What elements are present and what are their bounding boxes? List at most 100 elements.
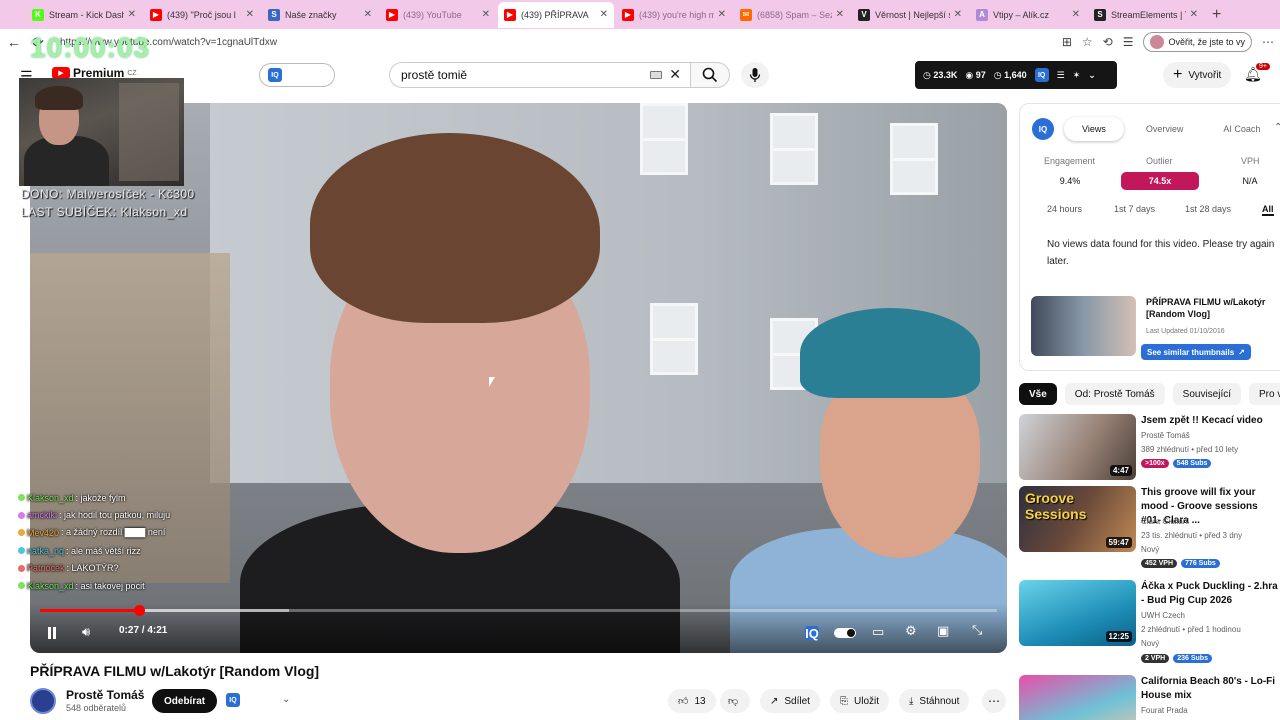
vidiq-collapse-icon[interactable]: ⌃: [1274, 122, 1280, 133]
filter-chip[interactable]: Související: [1172, 383, 1242, 405]
vidiq-search-pill[interactable]: IQ: [259, 63, 335, 87]
pause-button[interactable]: [46, 627, 58, 639]
thumbs-down-icon: 👎︎: [728, 696, 739, 707]
tab-favicon-icon: A: [976, 8, 988, 21]
recommendation-channel[interactable]: Prostě Tomáš: [1141, 430, 1190, 441]
keyboard-icon[interactable]: [650, 71, 662, 79]
recommendation-item[interactable]: 4:47 Jsem zpět !! Kecací video Prostě To…: [1019, 414, 1280, 480]
recommendation-item[interactable]: California Beach 80's - Lo-Fi House mix …: [1019, 675, 1280, 720]
back-icon[interactable]: ←: [2, 34, 26, 50]
browser-tab[interactable]: ▶ (439) "Proč jsou l ✕: [144, 2, 260, 28]
close-tab-icon[interactable]: ✕: [836, 9, 844, 20]
recommendation-thumbnail[interactable]: [1019, 675, 1136, 720]
sync-icon[interactable]: ⟲: [1103, 35, 1113, 49]
browser-tab[interactable]: ▶ (439) YouTube ✕: [380, 2, 496, 28]
more-actions-button[interactable]: ⋯: [982, 689, 1006, 713]
close-tab-icon[interactable]: ✕: [954, 9, 962, 20]
close-tab-icon[interactable]: ✕: [1072, 9, 1080, 20]
see-similar-thumbnails-button[interactable]: See similar thumbnails ↗: [1141, 344, 1251, 360]
create-button[interactable]: + Vytvořit: [1163, 62, 1232, 88]
vidiq-tab-overview[interactable]: Overview: [1128, 117, 1202, 141]
close-tab-icon[interactable]: ✕: [482, 9, 490, 20]
period-24h[interactable]: 24 hours: [1047, 204, 1082, 214]
vidiq-channel-icon[interactable]: IQ: [226, 693, 240, 707]
scrubber-handle[interactable]: [133, 605, 145, 616]
like-button[interactable]: 👍︎ 13: [668, 689, 716, 713]
vidiq-tab-views[interactable]: Views: [1064, 117, 1124, 141]
vidiq-player-icon[interactable]: IQ: [805, 626, 819, 641]
browser-tab[interactable]: K Stream - Kick Dashb ✕: [26, 2, 142, 28]
recommendation-thumbnail[interactable]: 4:47: [1019, 414, 1136, 480]
miniplayer-icon[interactable]: ▣: [937, 623, 949, 639]
period-7d[interactable]: 1st 7 days: [1114, 204, 1155, 214]
download-button[interactable]: ⤓ Stáhnout: [899, 689, 970, 713]
filter-chip[interactable]: Pro vá: [1249, 383, 1280, 405]
period-28d[interactable]: 1st 28 days: [1185, 204, 1231, 214]
close-tab-icon[interactable]: ✕: [1190, 9, 1198, 20]
browser-tab[interactable]: S Naše značky ✕: [262, 2, 378, 28]
browser-tab[interactable]: ▶ (439) you're high m ✕: [616, 2, 732, 28]
vph-value: N/A: [1242, 176, 1258, 186]
close-tab-icon[interactable]: ✕: [128, 9, 136, 20]
channel-name[interactable]: Prostě Tomáš: [66, 688, 144, 702]
filter-chip[interactable]: Vše: [1019, 383, 1057, 405]
verify-label: Ověřit, že jste to vy: [1168, 37, 1245, 47]
channel-avatar[interactable]: [30, 688, 56, 714]
chevron-down-icon[interactable]: ⌄: [1088, 70, 1096, 81]
video-frame-person-left: [240, 123, 680, 653]
subscribe-button[interactable]: Odebírat: [152, 689, 218, 713]
close-tab-icon[interactable]: ✕: [246, 9, 254, 20]
bookmark-star-icon[interactable]: ☆: [1082, 35, 1093, 49]
chevron-down-icon[interactable]: ⌄: [282, 694, 290, 705]
recommendation-stats: 389 zhlédnutí • před 10 lety: [1141, 445, 1239, 454]
recommendation-title[interactable]: Jsem zpět !! Kecací video: [1141, 414, 1280, 428]
search-button[interactable]: [690, 62, 730, 88]
search-input[interactable]: [401, 68, 621, 82]
fullscreen-icon[interactable]: ⤡: [972, 622, 982, 638]
chat-badge-icon: [18, 582, 25, 590]
recommendation-title[interactable]: Áčka x Puck Duckling - 2.hra - Bud Pig C…: [1141, 580, 1280, 608]
recommendation-item[interactable]: 12:25 Áčka x Puck Duckling - 2.hra - Bud…: [1019, 580, 1280, 663]
recommendation-channel[interactable]: Clara Giuliani: [1141, 516, 1189, 527]
share-button[interactable]: ↗ Sdílet: [760, 689, 820, 713]
settings-gear-icon[interactable]: ⚙: [905, 623, 917, 639]
autoplay-toggle[interactable]: [834, 628, 856, 638]
favorites-icon[interactable]: ☰: [1123, 35, 1134, 49]
recommendation-channel[interactable]: UWH Czech: [1141, 610, 1185, 621]
browser-tab[interactable]: ▶ (439) PŘÍPRAVA ✕: [498, 1, 614, 28]
subtitles-icon[interactable]: ▭: [872, 624, 884, 640]
vidiq-icon[interactable]: IQ: [1034, 68, 1049, 82]
recommendation-title[interactable]: California Beach 80's - Lo-Fi House mix: [1141, 675, 1280, 703]
list-icon[interactable]: ☰: [1057, 70, 1065, 81]
close-tab-icon[interactable]: ✕: [364, 9, 372, 20]
recommendation-channel[interactable]: Fourat Prada: [1141, 705, 1188, 716]
browser-menu-icon[interactable]: ⋯: [1262, 35, 1274, 49]
like-count: 13: [694, 695, 706, 707]
progress-bar[interactable]: [40, 605, 997, 616]
new-tab-button[interactable]: +: [1212, 6, 1221, 24]
browser-tab[interactable]: ✉ (6858) Spam – Sezna ✕: [734, 2, 850, 28]
close-tab-icon[interactable]: ✕: [718, 9, 726, 20]
vidiq-tab-ai-coach[interactable]: AI Coach: [1205, 117, 1278, 141]
recommendation-thumbnail[interactable]: 12:25: [1019, 580, 1136, 646]
voice-search-button[interactable]: [741, 62, 769, 88]
close-tab-icon[interactable]: ✕: [600, 9, 608, 20]
clear-search-icon[interactable]: ✕: [669, 66, 681, 83]
extensions-icon[interactable]: ⊞: [1062, 35, 1072, 49]
browser-tab[interactable]: A Vtipy – Alík.cz ✕: [970, 2, 1086, 28]
save-button[interactable]: ⎘ Uložit: [830, 689, 890, 713]
filter-chip[interactable]: Od: Prostě Tomáš: [1064, 383, 1165, 405]
period-all[interactable]: All: [1262, 204, 1274, 216]
browser-tab[interactable]: V Věrnost | Nejlepší so ✕: [852, 2, 968, 28]
chat-badge-icon: [18, 494, 25, 502]
recommendation-item[interactable]: Groove Sessions 59:47 This groove will f…: [1019, 486, 1280, 568]
recommendation-stats: 2 zhlédnutí • před 1 hodinou: [1141, 625, 1241, 634]
youtube-header: ☰ ▶ Premium CZ IQ ✕ ◷ 23.3K ◉ 97 ◷ 1,640…: [0, 55, 1280, 95]
dislike-button[interactable]: 👎︎: [720, 689, 750, 713]
browser-tab[interactable]: S StreamElements | Th ✕: [1088, 2, 1204, 28]
profile-verify-button[interactable]: Ověřit, že jste to vy: [1143, 32, 1252, 52]
thumbnail-text: Groove Sessions: [1025, 490, 1087, 522]
star-icon[interactable]: ✶: [1073, 70, 1081, 81]
recommendation-thumbnail[interactable]: Groove Sessions 59:47: [1019, 486, 1136, 552]
volume-icon[interactable]: 🔊︎: [82, 624, 90, 640]
